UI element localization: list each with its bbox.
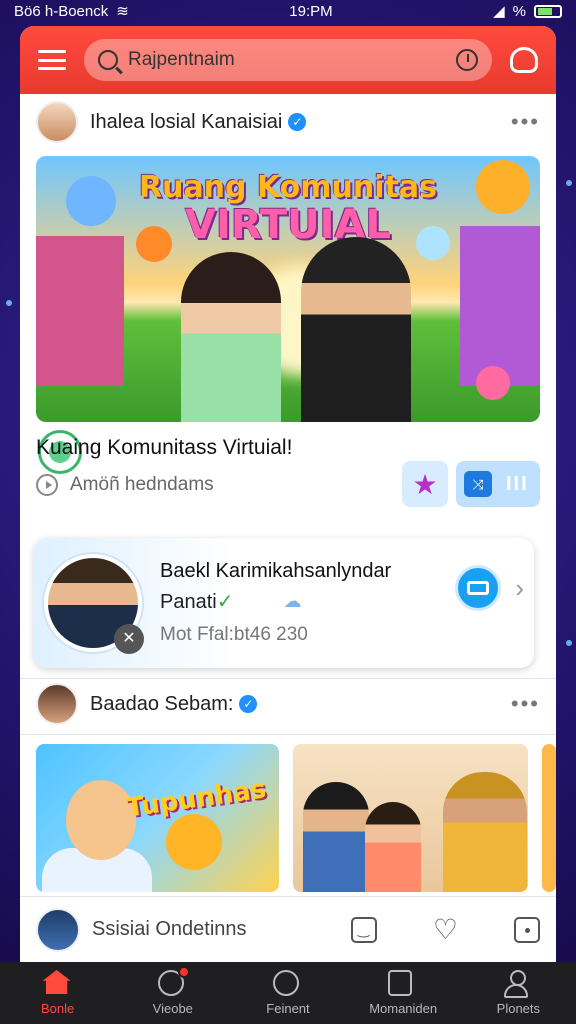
post-title[interactable]: Kuaing Komunitass Virtuial! bbox=[36, 436, 402, 460]
status-right-text: % bbox=[512, 2, 526, 20]
image-carousel: Tupunhas bbox=[36, 744, 556, 892]
nav-label: Vieobe bbox=[152, 1001, 193, 1016]
nav-label: Bonle bbox=[40, 1001, 75, 1016]
library-icon bbox=[388, 970, 413, 996]
promo-title: Baekl Karimikahsanlyndar bbox=[160, 560, 392, 582]
status-time: 19:PM bbox=[289, 2, 333, 20]
chevron-right-icon[interactable]: › bbox=[515, 573, 524, 604]
nav-video[interactable]: Vieobe bbox=[123, 966, 223, 1016]
bars-icon: III bbox=[506, 472, 529, 495]
signal-icon: ◢ bbox=[493, 3, 505, 20]
thumbnail-cartoon[interactable]: Tupunhas bbox=[36, 744, 280, 892]
nav-feed[interactable]: Feinent bbox=[238, 970, 338, 1016]
store-icon bbox=[467, 581, 490, 595]
post-image[interactable]: Ruang Komunitas VIRTUIAL bbox=[36, 156, 540, 422]
notification-dot bbox=[177, 966, 190, 978]
shuffle-icon: ⤨ bbox=[464, 471, 492, 497]
play-icon[interactable] bbox=[36, 474, 58, 496]
share-button[interactable]: ⤨ III bbox=[456, 461, 540, 507]
verified-icon: ✓ bbox=[239, 695, 258, 713]
avatar[interactable] bbox=[36, 907, 80, 952]
search-input[interactable]: Rajpentnaim bbox=[84, 39, 492, 81]
thumbnail-partial[interactable] bbox=[542, 744, 556, 892]
star-button[interactable]: ★ bbox=[402, 461, 448, 507]
person-man bbox=[301, 237, 411, 422]
nav-label: Feinent bbox=[266, 1001, 310, 1016]
comment-bar: Ssisiai Ondetinns ♡ bbox=[20, 896, 556, 962]
background-sparkle bbox=[566, 180, 572, 186]
post-header: Baadao Sebam: ✓ ••• bbox=[20, 676, 556, 732]
post-body: Kuaing Komunitass Virtuial! Amöñ hedndam… bbox=[20, 422, 556, 518]
battery-icon bbox=[534, 4, 562, 18]
bookmark-icon[interactable] bbox=[514, 916, 540, 943]
person bbox=[443, 772, 528, 892]
promo-card[interactable]: ✕ Baekl Karimikahsanlyndar Panati✓ ☁ Mot… bbox=[34, 538, 534, 668]
post-author[interactable]: Baadao Sebam: bbox=[90, 693, 233, 716]
promo-meta: Mot Ffal:bt46 230 bbox=[160, 624, 308, 645]
cartoon-face bbox=[66, 780, 136, 860]
mascot-icon bbox=[476, 366, 510, 400]
home-icon bbox=[42, 970, 71, 994]
cloud-icon: ☁ bbox=[283, 591, 302, 611]
nav-label: Momaniden bbox=[369, 1001, 438, 1016]
app-window: Rajpentnaim Ihalea losial Kanaisiai ✓ ••… bbox=[20, 26, 556, 962]
hero-title-line1: Ruang Komunitas bbox=[138, 170, 437, 205]
menu-icon[interactable] bbox=[38, 50, 66, 70]
compass-icon bbox=[272, 970, 299, 996]
nav-home[interactable]: Bonle bbox=[8, 970, 108, 1016]
status-bar: Bö6 h-Boenck ≋ 19:PM ◢ % bbox=[0, 0, 576, 22]
heart-icon[interactable]: ♡ bbox=[433, 915, 458, 944]
cartoon-ball bbox=[166, 814, 222, 870]
search-placeholder: Rajpentnaim bbox=[128, 49, 235, 70]
avatar[interactable]: ✕ bbox=[44, 554, 144, 654]
store-button[interactable] bbox=[455, 565, 502, 611]
close-icon[interactable]: ✕ bbox=[114, 624, 144, 654]
more-options-icon[interactable]: ••• bbox=[511, 109, 540, 135]
thumbnail-group-photo[interactable] bbox=[293, 744, 529, 892]
person bbox=[365, 802, 422, 892]
person-woman bbox=[181, 252, 281, 422]
leaf-icon: ✓ bbox=[216, 591, 234, 613]
timer-icon[interactable] bbox=[456, 49, 478, 71]
verified-icon: ✓ bbox=[288, 113, 307, 131]
nav-library[interactable]: Momaniden bbox=[353, 970, 453, 1016]
promo-name: Panati bbox=[160, 591, 217, 613]
more-options-icon[interactable]: ••• bbox=[511, 691, 540, 717]
bottom-nav: Bonle Vieobe Feinent Momaniden Plonets bbox=[0, 962, 576, 1024]
avatar[interactable] bbox=[36, 683, 78, 725]
hero-title-line2: VIRTUIAL bbox=[185, 202, 391, 248]
profile-icon bbox=[503, 970, 529, 998]
person bbox=[303, 782, 370, 892]
wifi-icon: ≋ bbox=[116, 3, 129, 20]
nav-label: Plonets bbox=[496, 1001, 541, 1016]
background-sparkle bbox=[566, 640, 572, 646]
headset-icon[interactable] bbox=[510, 47, 538, 73]
nav-profile[interactable]: Plonets bbox=[468, 970, 568, 1016]
top-bar: Rajpentnaim bbox=[20, 26, 556, 94]
search-icon bbox=[98, 50, 118, 70]
avatar[interactable] bbox=[36, 101, 78, 143]
building-right bbox=[460, 226, 540, 386]
background-sparkle bbox=[6, 300, 12, 306]
post-subtitle: Amöñ hedndams bbox=[70, 474, 214, 495]
comment-input[interactable]: Ssisiai Ondetinns bbox=[92, 918, 295, 941]
emoji-icon[interactable] bbox=[350, 916, 377, 943]
post-header: Ihalea losial Kanaisiai ✓ ••• bbox=[20, 94, 556, 150]
status-left-text: Bö6 h-Boenck bbox=[14, 2, 109, 20]
post-author[interactable]: Ihalea losial Kanaisiai bbox=[90, 111, 282, 134]
building-left bbox=[36, 236, 124, 386]
divider bbox=[20, 734, 556, 735]
